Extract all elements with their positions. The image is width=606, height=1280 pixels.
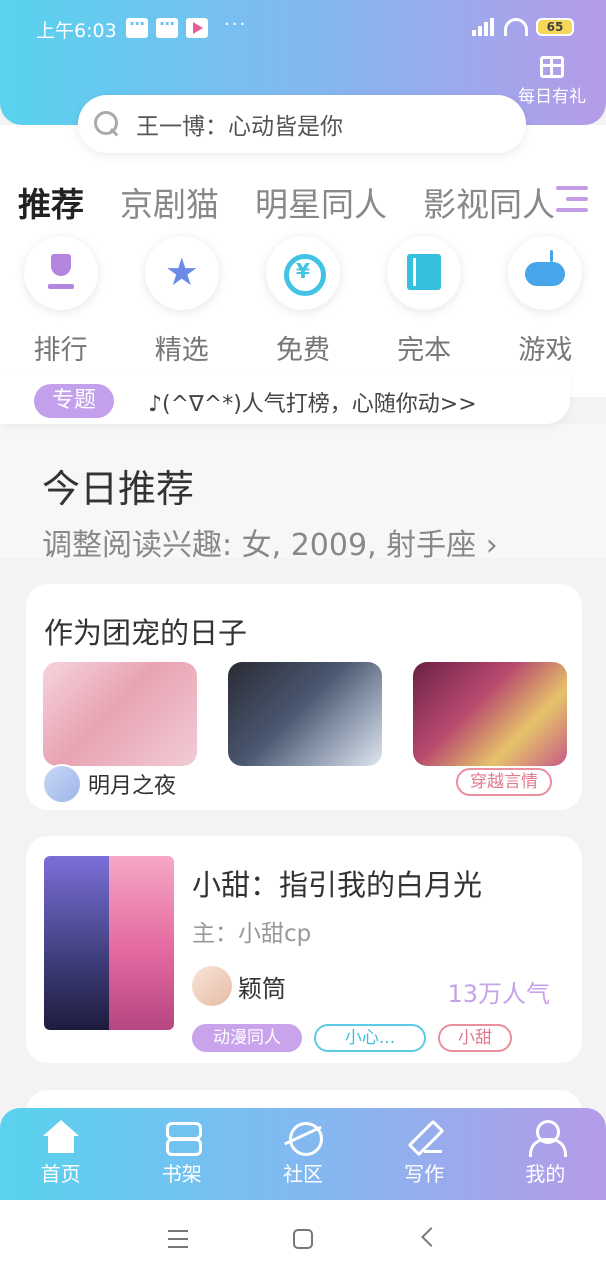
message-notification-icon xyxy=(126,14,148,38)
trophy-icon xyxy=(23,236,98,310)
book-tags: 动漫同人 小心... 小甜 xyxy=(192,1024,512,1052)
daily-gift-label: 每日有礼 xyxy=(518,87,586,107)
book-card[interactable]: 小甜：指引我的白月光 主：小甜cp 颖筒 13万人气 动漫同人 小心... 小甜 xyxy=(26,836,582,1063)
category-tabs: 推荐 京剧猫 明星同人 影视同人 xyxy=(18,178,606,230)
book-protagonist: 主：小甜cp xyxy=(192,921,312,947)
topic-text: ♪(^∇^*)人气打榜，心随你动>> xyxy=(148,392,477,417)
signal-icon xyxy=(472,18,496,36)
reading-interest-text: 调整阅读兴趣: 女, 2009, 射手座 xyxy=(42,528,477,563)
shortcut-label: 完本 xyxy=(397,335,452,366)
author-row: 明月之夜 xyxy=(42,764,176,804)
topic-badge: 专题 xyxy=(34,384,114,418)
reading-interest-link[interactable]: 调整阅读兴趣: 女, 2009, 射手座 › xyxy=(42,520,498,564)
home-button-icon[interactable] xyxy=(293,1229,313,1249)
gift-icon xyxy=(540,56,564,78)
today-section: 今日推荐 调整阅读兴趣: 女, 2009, 射手座 › xyxy=(0,424,606,563)
collection-title: 作为团宠的日子 xyxy=(44,616,248,650)
star-icon xyxy=(144,236,219,310)
pen-icon xyxy=(406,1120,443,1154)
search-bar[interactable]: 王一博：心动皆是你 xyxy=(78,95,526,153)
bookshelf-icon xyxy=(164,1120,202,1156)
book-icon xyxy=(387,236,462,310)
nav-label: 社区 xyxy=(282,1162,323,1186)
tab-film-fanfic[interactable]: 影视同人 xyxy=(423,178,555,230)
more-notifications-indicator: ··· xyxy=(224,14,248,35)
nav-label: 写作 xyxy=(404,1162,445,1186)
home-icon xyxy=(42,1120,79,1154)
user-icon xyxy=(527,1120,568,1157)
nav-bookshelf[interactable]: 书架 xyxy=(121,1108,242,1200)
shortcut-ranking[interactable]: 排行 xyxy=(0,232,121,372)
nav-community[interactable]: 社区 xyxy=(242,1108,363,1200)
nav-home[interactable]: 首页 xyxy=(0,1108,121,1200)
category-menu-icon[interactable] xyxy=(556,186,588,218)
nav-write[interactable]: 写作 xyxy=(364,1108,485,1200)
planet-icon xyxy=(285,1120,323,1156)
search-icon xyxy=(92,109,122,139)
cover-image[interactable] xyxy=(228,662,382,766)
tab-jingjumao[interactable]: 京剧猫 xyxy=(120,178,219,230)
status-right: 65 xyxy=(472,18,574,36)
tag-chip[interactable]: 小甜 xyxy=(438,1024,512,1052)
shortcut-featured[interactable]: 精选 xyxy=(121,232,242,372)
tab-celebrity-fanfic[interactable]: 明星同人 xyxy=(255,178,387,230)
nav-label: 我的 xyxy=(525,1162,566,1186)
tag-chip[interactable]: 小心... xyxy=(314,1024,426,1052)
cover-image[interactable] xyxy=(413,662,567,766)
system-navigation-bar xyxy=(0,1200,606,1280)
book-author-row: 颖筒 xyxy=(192,966,286,1006)
shortcut-label: 精选 xyxy=(154,335,209,366)
genre-tag[interactable]: 穿越言情 xyxy=(456,768,552,796)
daily-gift-button[interactable]: 每日有礼 xyxy=(512,56,592,107)
author-name: 明月之夜 xyxy=(88,774,177,799)
tag-chip[interactable]: 动漫同人 xyxy=(192,1024,302,1052)
author-name: 颖筒 xyxy=(238,974,286,1003)
section-title: 今日推荐 xyxy=(42,467,195,511)
shortcut-label: 排行 xyxy=(33,335,88,366)
gamepad-icon xyxy=(508,236,583,310)
yen-icon xyxy=(265,236,340,310)
status-time: 上午6:03 xyxy=(36,20,117,42)
shortcut-completed[interactable]: 完本 xyxy=(364,232,485,372)
topic-banner[interactable]: 专题 ♪(^∇^*)人气打榜，心随你动>> xyxy=(0,376,570,424)
chevron-right-icon: › xyxy=(485,528,498,563)
avatar xyxy=(192,966,232,1006)
shortcut-label: 免费 xyxy=(275,335,330,366)
cover-image[interactable] xyxy=(43,662,197,766)
tab-recommend[interactable]: 推荐 xyxy=(18,178,84,230)
notification-icons xyxy=(126,14,208,38)
nav-profile[interactable]: 我的 xyxy=(485,1108,606,1200)
shortcut-free[interactable]: 免费 xyxy=(242,232,363,372)
recent-apps-icon[interactable] xyxy=(168,1230,188,1248)
search-placeholder: 王一博：心动皆是你 xyxy=(136,114,343,140)
battery-icon: 65 xyxy=(536,18,574,36)
video-app-notification-icon xyxy=(186,18,208,38)
status-bar: 上午6:03 ··· 65 xyxy=(0,0,606,56)
nav-label: 书架 xyxy=(161,1162,202,1186)
book-cover[interactable] xyxy=(44,856,174,1030)
bottom-navigation: 首页 书架 社区 写作 我的 xyxy=(0,1108,606,1200)
nav-label: 首页 xyxy=(40,1162,81,1186)
collection-card[interactable]: 作为团宠的日子 明月之夜 穿越言情 xyxy=(26,584,582,810)
shortcut-games[interactable]: 游戏 xyxy=(485,232,606,372)
popularity-count: 13万人气 xyxy=(447,980,550,1008)
chat-notification-icon xyxy=(156,14,178,38)
book-title: 小甜：指引我的白月光 xyxy=(192,868,483,902)
shortcut-label: 游戏 xyxy=(518,335,573,366)
wifi-icon xyxy=(504,18,528,36)
back-icon[interactable] xyxy=(421,1227,441,1247)
shortcut-row: 排行 精选 免费 完本 游戏 xyxy=(0,232,606,372)
avatar xyxy=(42,764,82,804)
